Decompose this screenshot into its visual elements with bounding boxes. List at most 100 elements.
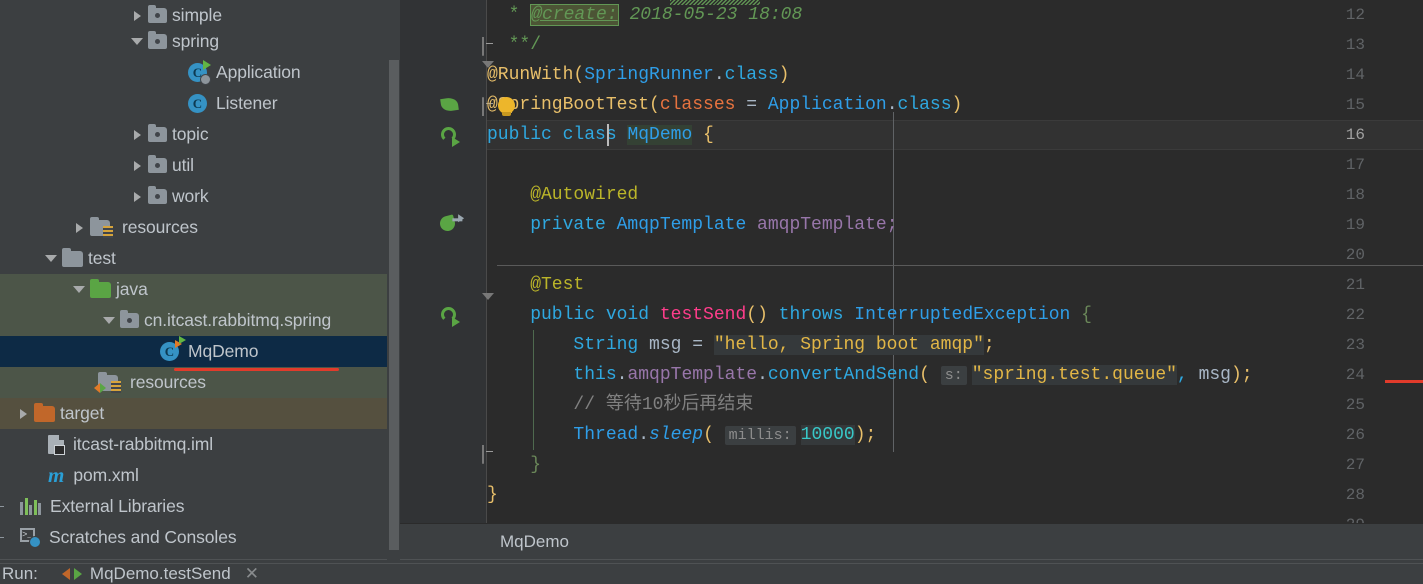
tree-item-label: Scratches and Consoles [49, 527, 237, 547]
libraries-icon [20, 498, 41, 515]
java-class-icon: C [188, 94, 207, 113]
run-label: Run: [2, 564, 38, 583]
run-tool-window-bar[interactable]: Run: MqDemo.testSend ✕ [0, 563, 1423, 584]
folder-plain-icon [62, 247, 83, 267]
tree-item-label: resources [130, 372, 206, 392]
code-line-21[interactable]: @Test [487, 270, 584, 300]
red-underline-queue-name [1385, 380, 1423, 383]
tree-item-java[interactable]: java [0, 274, 387, 305]
collapse-arrow-icon[interactable] [40, 255, 62, 262]
tree-item-label: MqDemo [188, 341, 259, 361]
tree-item-label: work [172, 186, 209, 206]
tree-item-external-libraries[interactable]: External Libraries [0, 491, 387, 522]
tree-item-application[interactable]: C Application [0, 57, 387, 88]
tree-item-label: cn.itcast.rabbitmq.spring [144, 310, 332, 330]
code-line-12[interactable]: * @create: 2018-05-23 18:08 [487, 0, 802, 30]
tree-item-target[interactable]: target [0, 398, 387, 429]
folder-orange-icon [34, 402, 55, 422]
tree-item-util[interactable]: util [0, 150, 387, 181]
scratches-icon: >_ [20, 528, 41, 548]
editor-bottom-divider [400, 559, 1423, 560]
collapse-arrow-icon[interactable] [68, 286, 90, 293]
tree-item-label: pom.xml [73, 465, 139, 485]
code-line-24[interactable]: this.amqpTemplate.convertAndSend( s: "spr… [487, 360, 1253, 390]
expand-arrow-icon[interactable] [12, 408, 34, 419]
code-line-27[interactable]: } [487, 450, 541, 480]
folder-green-icon [90, 278, 111, 298]
inlay-hint-millis: millis: [724, 426, 796, 445]
ide-window: simple spring C Application C Listener t… [0, 0, 1423, 584]
tree-item-label: test [88, 248, 116, 268]
spring-boot-class-icon: C [188, 60, 211, 85]
tree-item-spring[interactable]: spring [0, 26, 387, 57]
tree-item-label: External Libraries [50, 496, 185, 516]
folder-grey-icon [148, 186, 167, 204]
expand-arrow-icon[interactable] [126, 10, 148, 21]
tree-item-label: Listener [216, 93, 278, 113]
code-line-22[interactable]: public void testSend() throws Interrupte… [487, 300, 1092, 330]
inlay-hint-s: s: [940, 366, 967, 385]
project-tool-window[interactable]: simple spring C Application C Listener t… [0, 0, 387, 563]
run-tab-mqdemo-testsend[interactable]: MqDemo.testSend ✕ [61, 564, 259, 584]
tree-item-pom[interactable]: m pom.xml [0, 460, 387, 491]
expand-arrow-icon[interactable] [126, 160, 148, 171]
tree-item-label: simple [172, 5, 222, 25]
tree-item-mqdemo[interactable]: C MqDemo [0, 336, 387, 367]
code-content[interactable]: * @create: 2018-05-23 18:08 **/ @RunWith… [487, 0, 1423, 523]
code-line-19[interactable]: private AmqpTemplate amqpTemplate; [487, 210, 897, 240]
editor-gutter[interactable] [400, 0, 487, 523]
tree-item-label: spring [172, 31, 220, 51]
project-scrollbar[interactable] [387, 0, 400, 563]
tree-item-label: itcast-rabbitmq.iml [73, 434, 214, 454]
breadcrumb-mqdemo[interactable]: MqDemo [500, 532, 569, 552]
code-line-23[interactable]: String msg = "hello, Spring boot amqp"; [487, 330, 995, 360]
folder-grey-icon [148, 155, 167, 173]
tree-item-resources-test[interactable]: resources [0, 367, 387, 398]
code-line-25[interactable]: // 等待10秒后再结束 [487, 390, 753, 420]
intention-bulb-icon[interactable] [498, 97, 515, 116]
tree-item-label: resources [122, 217, 198, 237]
editor-breadcrumb-bar[interactable]: MqDemo [400, 523, 1423, 559]
code-editor[interactable]: 12 13 14 15 16 17 18 19 20 21 22 23 24 2… [400, 0, 1423, 534]
code-line-28[interactable]: } [487, 480, 498, 510]
tree-item-label: topic [172, 124, 209, 144]
tree-item-label: Application [216, 62, 301, 82]
test-resources-folder-icon [94, 371, 121, 393]
test-run-icon [61, 566, 82, 582]
project-scrollbar-thumb[interactable] [389, 60, 399, 550]
expand-arrow-icon[interactable] [126, 191, 148, 202]
folder-grey-icon [148, 124, 167, 142]
package-icon [120, 310, 139, 328]
collapse-arrow-icon[interactable] [126, 38, 148, 45]
collapse-arrow-icon[interactable] [98, 317, 120, 324]
tree-item-label: target [60, 403, 105, 423]
tree-item-topic[interactable]: topic [0, 119, 387, 150]
tree-item-iml[interactable]: itcast-rabbitmq.iml [0, 429, 387, 460]
code-line-26[interactable]: Thread.sleep( millis: 10000); [487, 420, 876, 450]
code-line-18[interactable]: @Autowired [487, 180, 638, 210]
test-class-icon: C [160, 336, 186, 361]
panel-bottom-divider [0, 559, 387, 560]
red-underline-mqdemo [174, 368, 339, 371]
tree-item-resources-main[interactable]: resources [0, 212, 387, 243]
spring-leaf-icon[interactable] [440, 90, 462, 120]
spring-bean-navigate-icon[interactable] [438, 210, 462, 240]
tree-item-work[interactable]: work [0, 181, 387, 212]
tree-item-label: util [172, 155, 194, 175]
close-icon[interactable]: ✕ [245, 564, 259, 584]
run-test-class-icon[interactable] [440, 120, 462, 150]
code-line-14[interactable]: @RunWith(SpringRunner.class) [487, 60, 789, 90]
code-line-15[interactable]: @SpringBootTest(classes = Application.cl… [487, 90, 962, 120]
expand-arrow-icon[interactable] [68, 222, 90, 233]
run-test-method-icon[interactable] [440, 300, 462, 330]
code-line-13[interactable]: **/ [487, 30, 541, 60]
tree-item-scratches[interactable]: >_ Scratches and Consoles [0, 522, 387, 553]
folder-grey-icon [148, 5, 167, 23]
tree-item-listener[interactable]: C Listener [0, 88, 387, 119]
expand-arrow-icon[interactable] [126, 129, 148, 140]
tree-item-test[interactable]: test [0, 243, 387, 274]
run-tab-label: MqDemo.testSend [89, 564, 231, 583]
code-line-16[interactable]: public class MqDemo { [487, 120, 714, 150]
tree-item-label: java [116, 279, 148, 299]
tree-item-package[interactable]: cn.itcast.rabbitmq.spring [0, 305, 387, 336]
